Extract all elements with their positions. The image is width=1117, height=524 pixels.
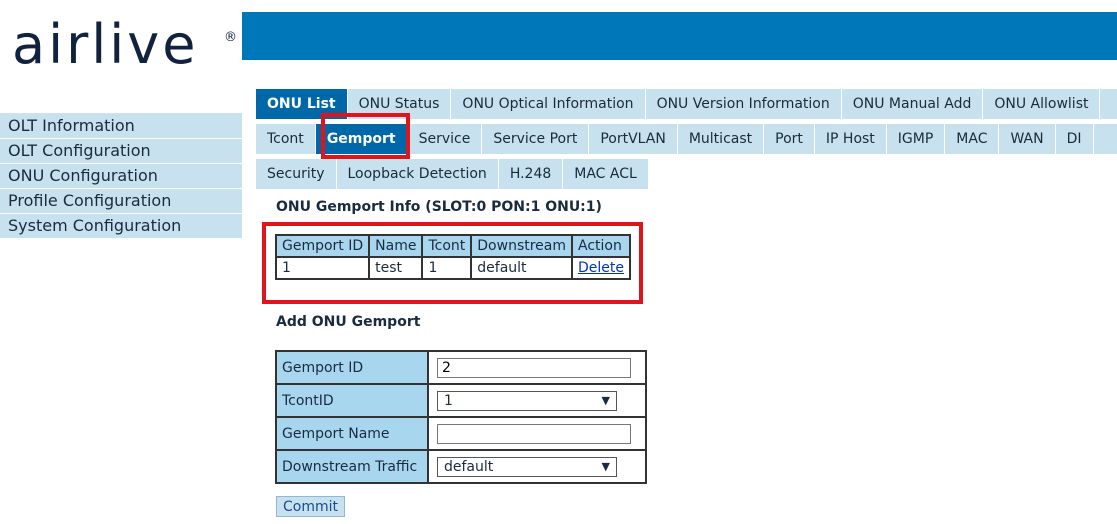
delete-link[interactable]: Delete (578, 260, 624, 276)
tab-onu-manual-add[interactable]: ONU Manual Add (842, 89, 984, 119)
tab-di-truncated[interactable]: DI (1056, 124, 1094, 154)
chevron-down-icon: ▼ (601, 394, 610, 407)
cell-downstream: default (470, 256, 574, 280)
gemport-id-label: Gemport ID (275, 350, 429, 385)
gemport-info-table: Gemport ID Name Tcont Downstream Action … (274, 234, 632, 280)
col-gemport-id: Gemport ID (274, 234, 371, 258)
tab-h248[interactable]: H.248 (499, 159, 564, 189)
tab-onu-allowlist[interactable]: ONU Allowlist (983, 89, 1101, 119)
tcont-id-value: 1 (444, 392, 453, 409)
downstream-traffic-select[interactable]: default ▼ (437, 456, 617, 477)
sidebar-item-olt-configuration[interactable]: OLT Configuration (0, 139, 242, 164)
tab-onu-version-information[interactable]: ONU Version Information (646, 89, 842, 119)
cell-name: test (368, 256, 424, 280)
tab-mac[interactable]: MAC (945, 124, 1000, 154)
tcont-id-select[interactable]: 1 ▼ (437, 390, 617, 411)
table-row: 1 test 1 default Delete (274, 256, 632, 280)
tab-mac-acl[interactable]: MAC ACL (563, 159, 649, 189)
cell-action: Delete (571, 256, 632, 280)
gemport-name-input[interactable] (437, 423, 631, 444)
tab-gemport[interactable]: Gemport (315, 124, 408, 154)
col-name: Name (368, 234, 424, 258)
tab-loopback-detection[interactable]: Loopback Detection (337, 159, 499, 189)
sidebar-item-onu-configuration[interactable]: ONU Configuration (0, 164, 242, 189)
table-header-row: Gemport ID Name Tcont Downstream Action (274, 234, 632, 258)
add-gemport-title: Add ONU Gemport (276, 314, 421, 330)
tab-onu-optical-information[interactable]: ONU Optical Information (451, 89, 646, 119)
downstream-traffic-value: default (444, 458, 494, 475)
commit-button[interactable]: Commit (276, 496, 345, 517)
main-content: ONU List ONU Status ONU Optical Informat… (242, 60, 1117, 524)
tab-security[interactable]: Security (256, 159, 337, 189)
col-tcont: Tcont (421, 234, 473, 258)
tab-service[interactable]: Service (408, 124, 483, 154)
sidebar-item-olt-information[interactable]: OLT Information (0, 114, 242, 139)
col-downstream: Downstream (470, 234, 574, 258)
sidebar: OLT Information OLT Configuration ONU Co… (0, 113, 242, 239)
downstream-traffic-label: Downstream Traffic (275, 449, 429, 484)
chevron-down-icon: ▼ (601, 460, 610, 473)
sidebar-item-profile-configuration[interactable]: Profile Configuration (0, 189, 242, 214)
tab-row-primary: ONU List ONU Status ONU Optical Informat… (256, 89, 1117, 119)
col-action: Action (571, 234, 632, 258)
registered-mark: ® (224, 30, 237, 45)
tab-port[interactable]: Port (764, 124, 815, 154)
tab-onu-status[interactable]: ONU Status (348, 89, 452, 119)
airlive-logo: airlive ® (0, 0, 242, 112)
tab-wan[interactable]: WAN (999, 124, 1056, 154)
gemport-id-input[interactable] (437, 357, 631, 378)
add-gemport-form: Gemport ID TcontID 1 ▼ Gemport Name Down… (275, 350, 647, 484)
tab-row-tertiary: Security Loopback Detection H.248 MAC AC… (256, 159, 649, 189)
sidebar-item-system-configuration[interactable]: System Configuration (0, 214, 242, 239)
tab-ip-host[interactable]: IP Host (815, 124, 887, 154)
tab-service-port[interactable]: Service Port (482, 124, 590, 154)
cell-gemport-id: 1 (274, 256, 371, 280)
logo-text: airlive (12, 13, 199, 76)
top-banner (242, 12, 1117, 60)
tab-igmp[interactable]: IGMP (887, 124, 946, 154)
tab-onu-list[interactable]: ONU List (256, 89, 348, 119)
gemport-info-title: ONU Gemport Info (SLOT:0 PON:1 ONU:1) (276, 199, 602, 215)
tab-tcont[interactable]: Tcont (256, 124, 316, 154)
tcont-id-label: TcontID (275, 383, 429, 418)
tab-row-secondary: Tcont Gemport Service Service Port PortV… (256, 124, 1117, 154)
gemport-name-label: Gemport Name (275, 416, 429, 451)
tab-multicast[interactable]: Multicast (678, 124, 765, 154)
tab-portvlan[interactable]: PortVLAN (589, 124, 678, 154)
cell-tcont: 1 (421, 256, 473, 280)
